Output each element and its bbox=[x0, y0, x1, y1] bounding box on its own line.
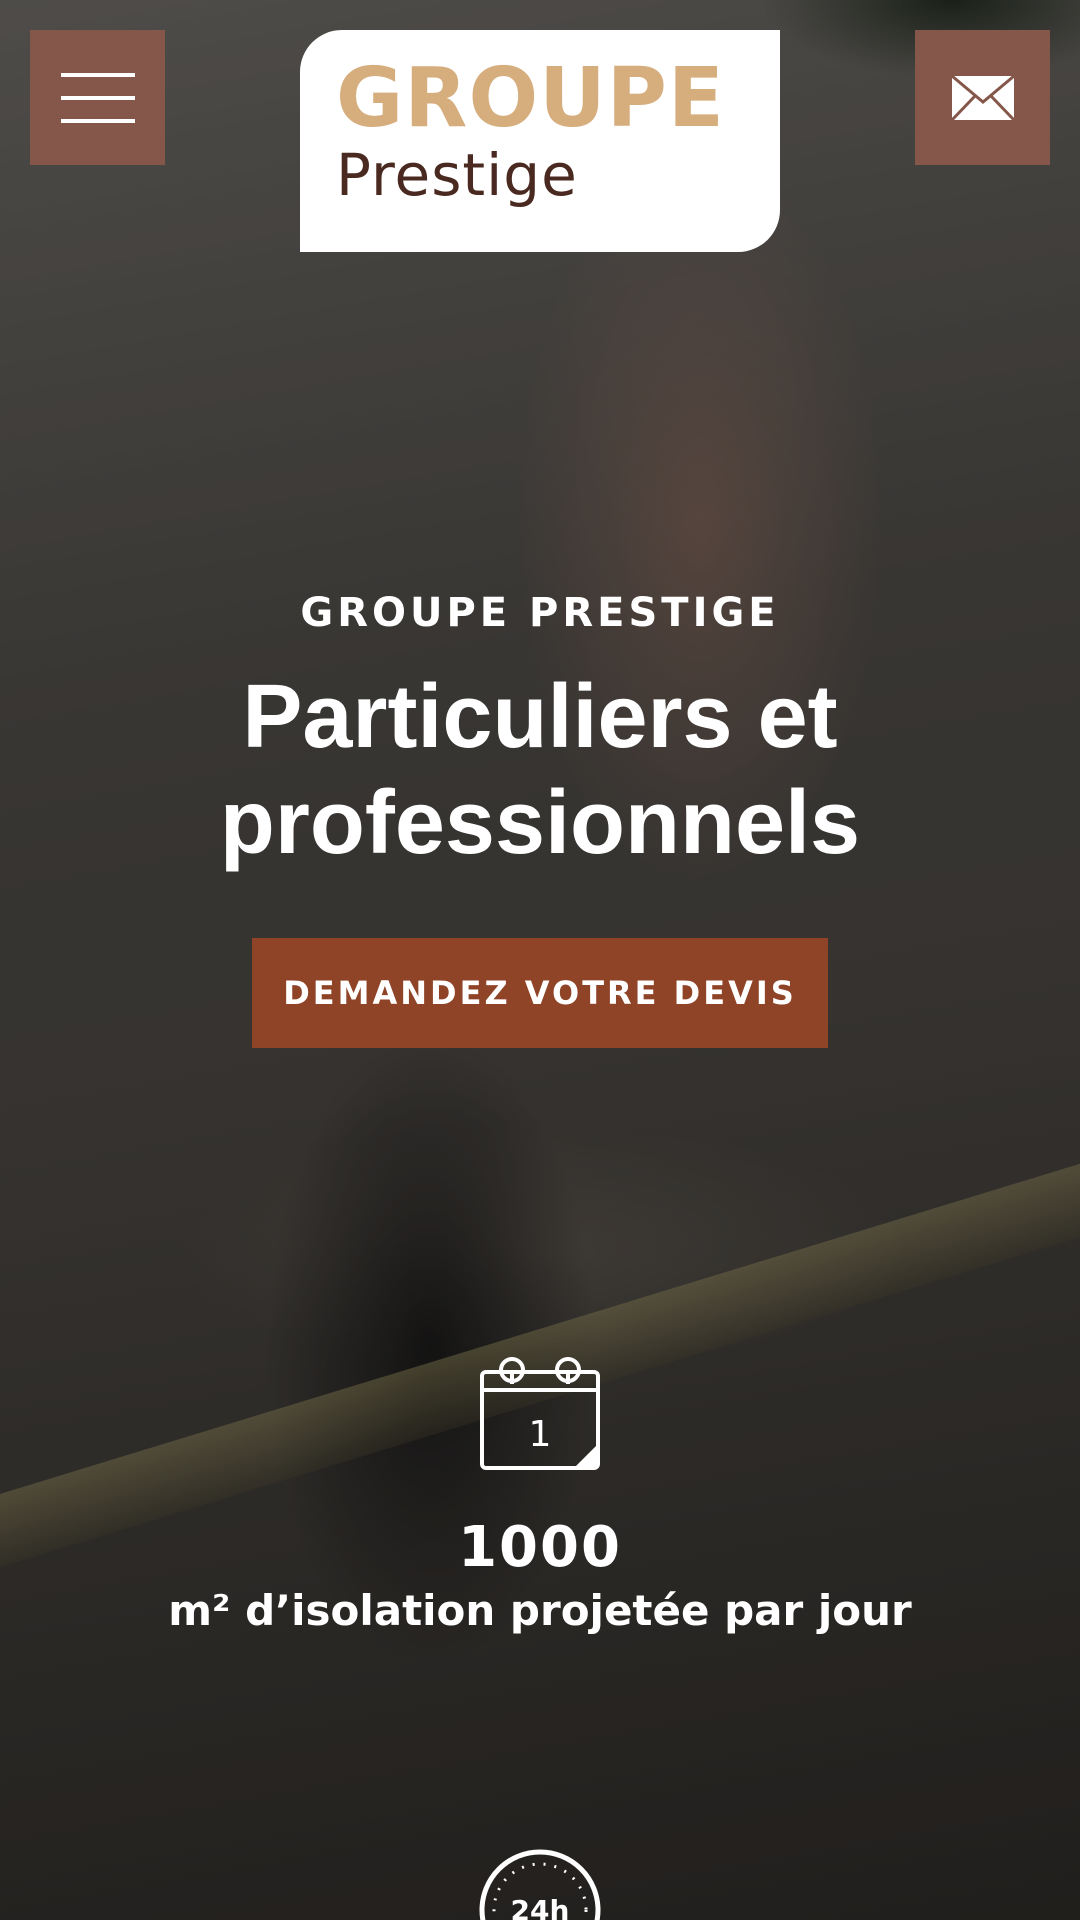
menu-button[interactable] bbox=[30, 30, 165, 165]
hero-eyebrow: GROUPE PRESTIGE bbox=[300, 590, 780, 636]
logo-text-groupe: GROUPE bbox=[336, 51, 725, 146]
clock-text: 24h bbox=[511, 1894, 570, 1920]
envelope-icon bbox=[950, 74, 1015, 121]
calendar-icon: 1 bbox=[480, 1357, 600, 1470]
logo-text-prestige: Prestige bbox=[336, 141, 578, 209]
hero-headline: Particuliers et professionnels bbox=[219, 667, 861, 873]
stat-item: 24h bbox=[0, 1848, 1080, 1920]
hero-section: GROUPE PRESTIGE Particuliers et professi… bbox=[0, 590, 1080, 1048]
stat-item: 1 1000 m² d’isolation projetée par jour bbox=[0, 1350, 1080, 1636]
contact-mail-button[interactable] bbox=[915, 30, 1050, 165]
clock-24h-icon: 24h bbox=[479, 1849, 601, 1920]
logo[interactable]: GROUPE Prestige bbox=[300, 30, 780, 252]
request-quote-button[interactable]: DEMANDEZ VOTRE DEVIS bbox=[252, 938, 828, 1048]
stat-value: 1000 bbox=[458, 1515, 622, 1580]
stat-label: m² d’isolation projetée par jour bbox=[168, 1586, 912, 1635]
page: GROUPE Prestige GROUPE PRESTIGE Particul… bbox=[0, 0, 1080, 1920]
hamburger-menu-icon bbox=[60, 72, 135, 123]
calendar-day-text: 1 bbox=[529, 1414, 552, 1455]
